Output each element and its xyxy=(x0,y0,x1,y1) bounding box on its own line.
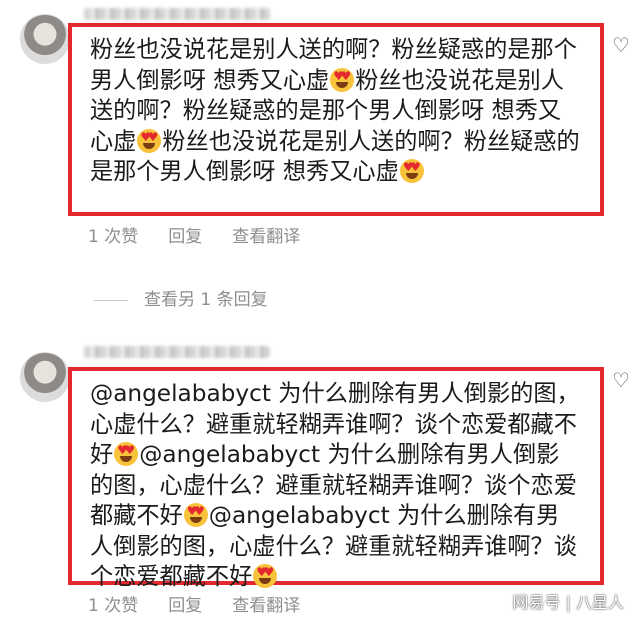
heart-eyes-emoji-icon xyxy=(253,564,278,588)
view-more-replies-label[interactable]: 查看另 1 条回复 xyxy=(144,290,268,310)
heart-eyes-emoji-icon xyxy=(114,442,139,466)
like-heart-icon[interactable]: ♡ xyxy=(610,369,632,391)
translate-button[interactable]: 查看翻译 xyxy=(232,596,300,616)
like-count[interactable]: 1 次赞 xyxy=(88,596,138,616)
watermark: 网易号 | 八星人 xyxy=(512,593,624,612)
comment-actions: 1 次赞 回复 查看翻译 xyxy=(88,222,330,247)
like-heart-icon[interactable]: ♡ xyxy=(610,34,632,56)
reply-button[interactable]: 回复 xyxy=(168,227,202,247)
heart-eyes-emoji-icon xyxy=(330,67,355,92)
heart-eyes-emoji-icon xyxy=(137,128,162,153)
like-count[interactable]: 1 次赞 xyxy=(88,227,138,247)
comment-actions: 1 次赞 回复 查看翻译 xyxy=(88,591,330,616)
avatar[interactable] xyxy=(20,352,70,402)
reply-button[interactable]: 回复 xyxy=(168,596,202,616)
comment-text: @angelababyct 为什么删除有男人倒影的图，心虚什么？避重就轻糊弄谁啊… xyxy=(90,379,582,593)
reply-divider-line xyxy=(94,299,128,301)
heart-eyes-emoji-icon xyxy=(183,503,208,527)
view-more-replies[interactable]: 查看另 1 条回复 xyxy=(94,285,268,310)
translate-button[interactable]: 查看翻译 xyxy=(232,227,300,247)
highlighted-comment-box: 粉丝也没说花是别人送的啊？粉丝疑惑的是那个男人倒影呀 想秀又心虚粉丝也没说花是别… xyxy=(68,23,604,216)
avatar[interactable] xyxy=(20,14,70,64)
comment-text: 粉丝也没说花是别人送的啊？粉丝疑惑的是那个男人倒影呀 想秀又心虚粉丝也没说花是别… xyxy=(90,35,582,188)
highlighted-comment-box: @angelababyct 为什么删除有男人倒影的图，心虚什么？避重就轻糊弄谁啊… xyxy=(68,367,604,590)
username-blurred xyxy=(84,346,270,358)
heart-eyes-emoji-icon xyxy=(399,159,424,183)
username-blurred xyxy=(84,8,270,20)
